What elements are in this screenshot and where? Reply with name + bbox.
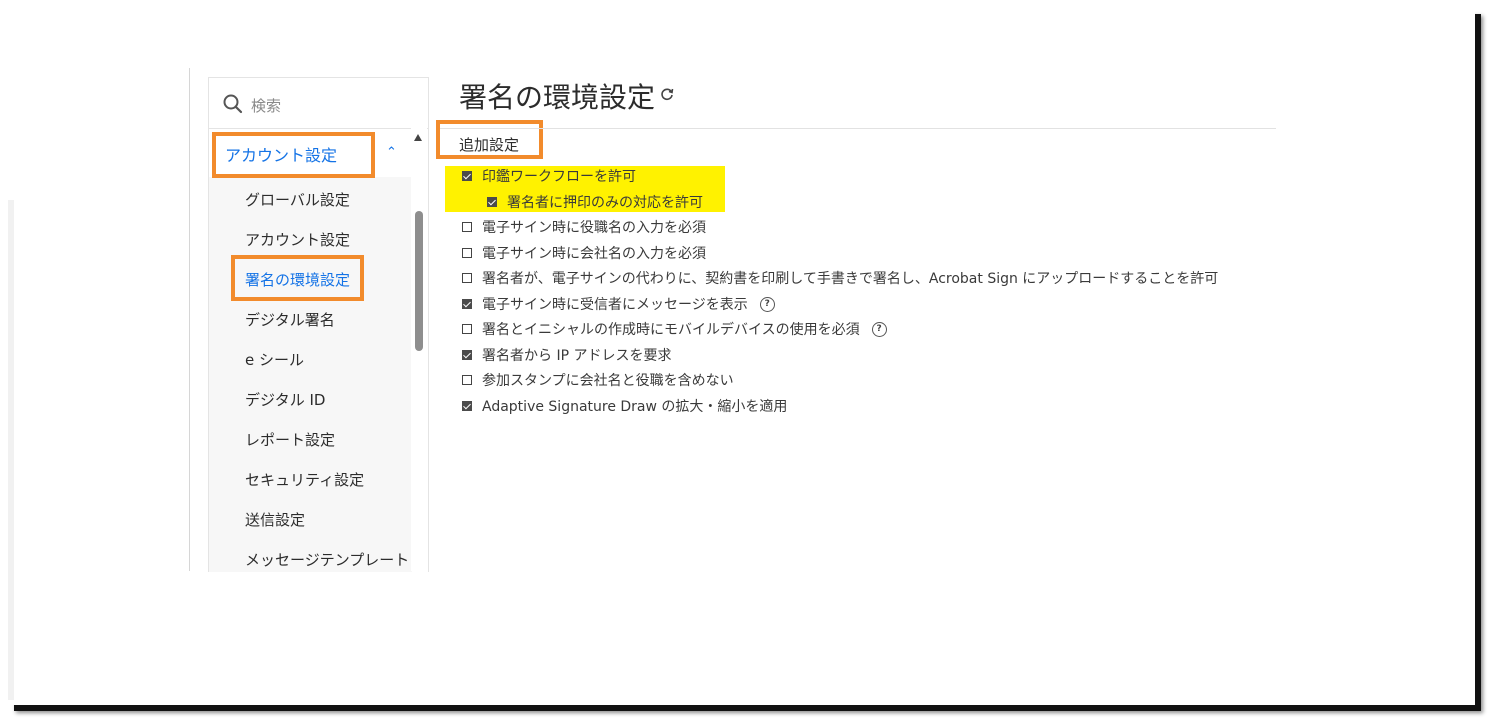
sidebar-item-digital-signatures[interactable]: デジタル署名 bbox=[245, 309, 335, 330]
option-label: Adaptive Signature Draw の拡大・縮小を適用 bbox=[482, 399, 788, 415]
sidebar-nav: アカウント設定 ⌃ グローバル設定 アカウント設定 署名の環境設定 デジタル署名… bbox=[209, 129, 412, 572]
sidebar-item-report-settings[interactable]: レポート設定 bbox=[245, 429, 335, 450]
refresh-icon[interactable] bbox=[660, 87, 674, 101]
search-box[interactable]: 検索 bbox=[209, 78, 428, 129]
page-title: 署名の環境設定 bbox=[459, 81, 656, 114]
option-allow-seal-workflow[interactable]: 印鑑ワークフローを許可 bbox=[462, 166, 636, 186]
checkbox[interactable] bbox=[487, 197, 497, 207]
highlight-box-signature-preferences bbox=[231, 255, 364, 301]
option-adaptive-signature-draw[interactable]: Adaptive Signature Draw の拡大・縮小を適用 bbox=[462, 396, 787, 416]
option-label: 印鑑ワークフローを許可 bbox=[482, 169, 636, 185]
option-allow-print-and-sign[interactable]: 署名者が、電子サインの代わりに、契約書を印刷して手書きで署名し、Acrobat … bbox=[462, 268, 1218, 288]
sidebar-item-e-seal[interactable]: e シール bbox=[245, 349, 304, 370]
option-require-company[interactable]: 電子サイン時に会社名の入力を必須 bbox=[462, 243, 706, 263]
sidebar-item-message-templates[interactable]: メッセージテンプレート bbox=[245, 549, 409, 570]
sidebar-item-send-settings[interactable]: 送信設定 bbox=[245, 509, 305, 530]
sidebar-item-account-settings[interactable]: アカウント設定 bbox=[245, 229, 350, 250]
checkbox[interactable] bbox=[462, 248, 472, 258]
option-label: 電子サイン時に会社名の入力を必須 bbox=[482, 246, 706, 262]
option-show-message[interactable]: 電子サイン時に受信者にメッセージを表示 ? bbox=[462, 294, 775, 314]
option-require-title[interactable]: 電子サイン時に役職名の入力を必須 bbox=[462, 217, 706, 237]
checkbox[interactable] bbox=[462, 324, 472, 334]
search-icon bbox=[223, 94, 243, 114]
option-label: 署名者に押印のみの対応を許可 bbox=[507, 195, 703, 211]
left-edge bbox=[8, 200, 14, 700]
scroll-up-arrow-icon[interactable] bbox=[414, 134, 422, 141]
outer-divider bbox=[189, 68, 190, 571]
sidebar-item-digital-id[interactable]: デジタル ID bbox=[245, 389, 325, 410]
checkbox[interactable] bbox=[462, 401, 472, 411]
option-label: 参加スタンプに会社名と役職を含めない bbox=[482, 373, 734, 389]
option-label: 電子サイン時に役職名の入力を必須 bbox=[482, 220, 706, 236]
help-icon[interactable]: ? bbox=[759, 296, 775, 312]
option-require-mobile[interactable]: 署名とイニシャルの作成時にモバイルデバイスの使用を必須 ? bbox=[462, 319, 887, 339]
sidebar-item-security-settings[interactable]: セキュリティ設定 bbox=[245, 469, 364, 490]
checkbox[interactable] bbox=[462, 299, 472, 309]
chevron-up-icon[interactable]: ⌃ bbox=[386, 145, 397, 160]
scrollbar-thumb[interactable] bbox=[415, 211, 423, 351]
option-require-ip[interactable]: 署名者から IP アドレスを要求 bbox=[462, 345, 671, 365]
checkbox[interactable] bbox=[462, 350, 472, 360]
checkbox[interactable] bbox=[462, 222, 472, 232]
help-icon[interactable]: ? bbox=[871, 321, 887, 337]
option-allow-stamp-only[interactable]: 署名者に押印のみの対応を許可 bbox=[487, 192, 703, 212]
sidebar-item-global-settings[interactable]: グローバル設定 bbox=[245, 189, 350, 210]
option-label: 電子サイン時に受信者にメッセージを表示 bbox=[482, 297, 748, 313]
checkbox[interactable] bbox=[462, 171, 472, 181]
option-label: 署名とイニシャルの作成時にモバイルデバイスの使用を必須 bbox=[482, 322, 860, 338]
checkbox[interactable] bbox=[462, 273, 472, 283]
title-divider bbox=[440, 128, 1276, 129]
option-label: 署名者から IP アドレスを要求 bbox=[482, 348, 672, 364]
highlight-box-account-settings bbox=[212, 132, 375, 178]
section-title: 追加設定 bbox=[459, 136, 520, 154]
checkbox[interactable] bbox=[462, 375, 472, 385]
search-placeholder: 検索 bbox=[251, 97, 282, 115]
option-exclude-company-title-stamp[interactable]: 参加スタンプに会社名と役職を含めない bbox=[462, 370, 734, 390]
option-label: 署名者が、電子サインの代わりに、契約書を印刷して手書きで署名し、Acrobat … bbox=[482, 271, 1219, 287]
